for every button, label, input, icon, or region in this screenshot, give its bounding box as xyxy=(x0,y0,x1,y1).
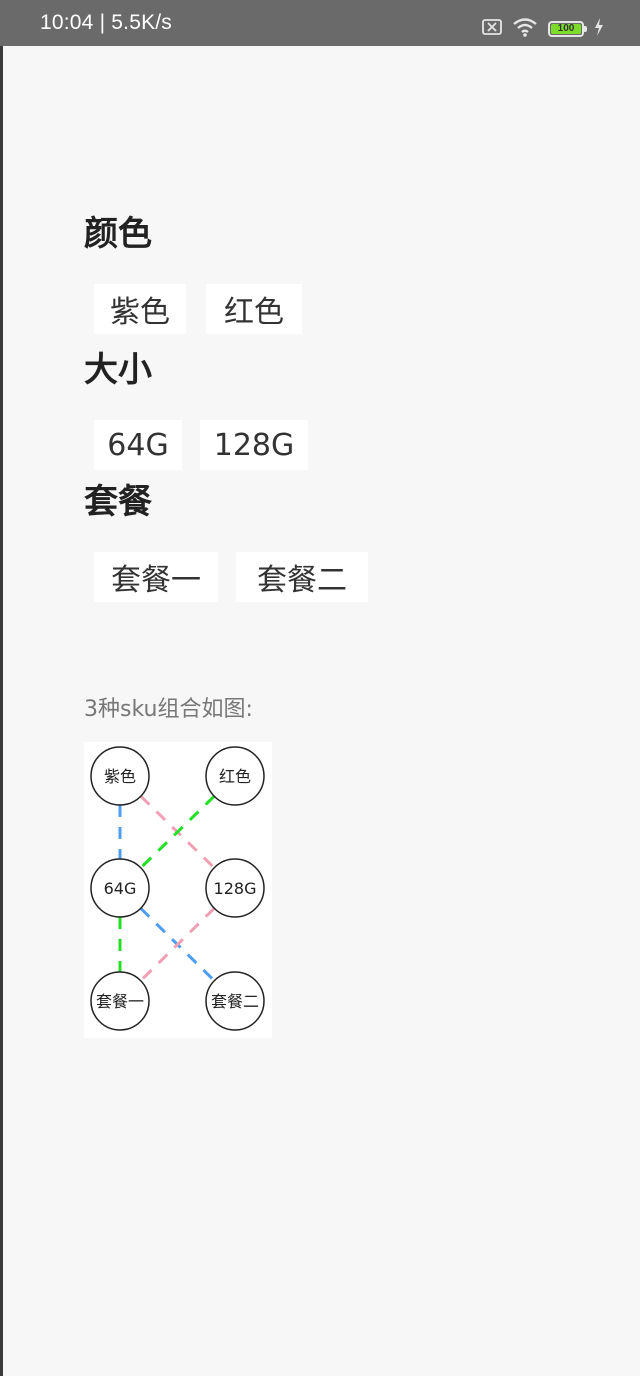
window-left-edge xyxy=(0,46,3,1376)
option-red[interactable]: 红色 xyxy=(206,284,302,334)
sku-node-label-1: 红色 xyxy=(219,767,251,786)
charging-icon xyxy=(594,18,604,40)
group-title-package: 套餐 xyxy=(84,482,152,522)
sim-card-icon xyxy=(482,19,502,39)
sku-node-label-2: 64G xyxy=(104,879,137,898)
status-time: 10:04 | 5.5K/s xyxy=(40,11,173,34)
sku-combination-diagram: 紫色 红色 64G 128G 套餐一 套餐二 xyxy=(84,742,272,1038)
option-64g[interactable]: 64G xyxy=(94,420,182,470)
option-128g[interactable]: 128G xyxy=(200,420,308,470)
sku-node-label-5: 套餐二 xyxy=(211,992,259,1011)
group-title-color: 颜色 xyxy=(84,214,152,254)
status-icons: 100 xyxy=(482,18,604,40)
option-package-one[interactable]: 套餐一 xyxy=(94,552,218,602)
battery-level: 100 xyxy=(557,23,575,34)
wifi-icon xyxy=(512,17,538,41)
sku-diagram-svg: 紫色 红色 64G 128G 套餐一 套餐二 xyxy=(90,746,265,1031)
sku-node-label-3: 128G xyxy=(214,879,257,898)
battery-icon: 100 xyxy=(548,21,587,37)
sku-caption: 3种sku组合如图: xyxy=(84,697,253,722)
option-package-two[interactable]: 套餐二 xyxy=(236,552,368,602)
group-title-size: 大小 xyxy=(84,350,152,390)
sku-node-label-0: 紫色 xyxy=(104,767,136,786)
option-purple[interactable]: 紫色 xyxy=(94,284,186,334)
status-bar: 10:04 | 5.5K/s 100 xyxy=(0,0,640,46)
sku-node-label-4: 套餐一 xyxy=(96,992,144,1011)
sku-link-1-1 xyxy=(139,907,216,982)
